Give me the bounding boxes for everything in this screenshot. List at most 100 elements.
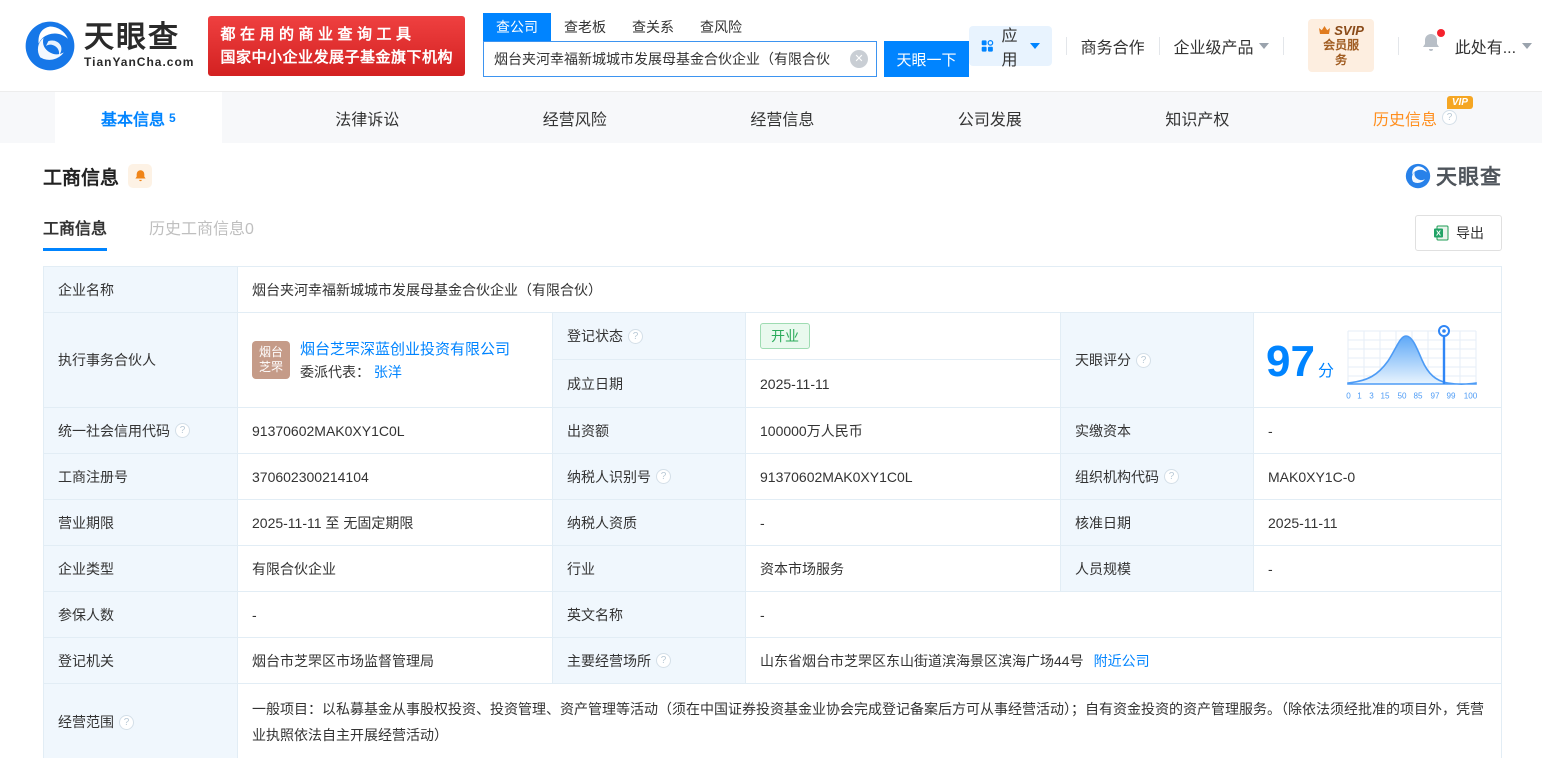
brand-domain: TianYanCha.com bbox=[84, 54, 195, 69]
search-tab-boss[interactable]: 查老板 bbox=[551, 13, 619, 41]
credit-code-value: 91370602MAK0XY1C0L bbox=[238, 408, 553, 454]
basic-info-count: 5 bbox=[169, 110, 176, 125]
tab-business-risk[interactable]: 经营风险 bbox=[513, 92, 637, 143]
insured-count-label: 参保人数 bbox=[44, 592, 238, 638]
excel-file-icon: X bbox=[1434, 225, 1449, 241]
insured-count-value: - bbox=[238, 592, 553, 638]
org-code-value: MAK0XY1C-0 bbox=[1254, 454, 1501, 500]
score-axis-ticks: 01 3 15 50 85 97 99 100 bbox=[1346, 391, 1478, 401]
business-term-value: 2025-11-11 至 无固定期限 bbox=[238, 500, 553, 546]
tianyan-score-label: 天眼评分 bbox=[1061, 313, 1254, 408]
delegate-name-link[interactable]: 张洋 bbox=[374, 364, 402, 380]
export-button[interactable]: X 导出 bbox=[1415, 215, 1502, 251]
business-address-label: 主要经营场所 bbox=[553, 638, 746, 684]
delegate-label: 委派代表： bbox=[300, 363, 370, 380]
paid-capital-label: 实缴资本 bbox=[1061, 408, 1254, 454]
company-name-value: 烟台夹河幸福新城城市发展母基金合伙企业（有限合伙） bbox=[238, 267, 1501, 313]
crown-icon bbox=[1319, 26, 1331, 34]
taxpayer-id-label: 纳税人识别号 bbox=[553, 454, 746, 500]
staff-size-label: 人员规模 bbox=[1061, 546, 1254, 592]
chevron-down-icon bbox=[1029, 42, 1040, 49]
bell-curve bbox=[1347, 335, 1477, 385]
tianyancha-logo[interactable]: 天眼查 TianYanCha.com bbox=[24, 20, 194, 72]
partner-avatar[interactable]: 烟台 芝罘 bbox=[252, 341, 290, 379]
credit-code-label: 统一社会信用代码 bbox=[44, 408, 238, 454]
table-row: 经营范围 一般项目：以私募基金从事股权投资、投资管理、资产管理等活动（须在中国证… bbox=[44, 684, 1501, 758]
tianyancha-watermark: 天眼查 bbox=[1405, 161, 1502, 191]
company-type-label: 企业类型 bbox=[44, 546, 238, 592]
table-row: 营业期限 2025-11-11 至 无固定期限 纳税人资质 - 核准日期 202… bbox=[44, 500, 1501, 546]
top-header: 天眼查 TianYanCha.com 都在用的商业查询工具 国家中小企业发展子基… bbox=[0, 0, 1542, 91]
tab-business-info[interactable]: 经营信息 bbox=[720, 92, 844, 143]
registration-authority-value: 烟台市芝罘区市场监督管理局 bbox=[238, 638, 553, 684]
search-button[interactable]: 天眼一下 bbox=[884, 41, 969, 77]
help-icon[interactable] bbox=[628, 328, 643, 344]
slogan-line2: 国家中小企业发展子基金旗下机构 bbox=[220, 48, 453, 66]
tianyancha-swirl-icon bbox=[25, 21, 75, 70]
notification-red-dot bbox=[1436, 29, 1445, 37]
apps-menu-button[interactable]: 应用 bbox=[969, 25, 1052, 69]
clear-search-icon[interactable] bbox=[850, 50, 868, 68]
tianyancha-swirl-icon bbox=[1405, 163, 1431, 189]
notifications-bell-icon[interactable] bbox=[1421, 29, 1445, 59]
business-cooperation-link[interactable]: 商务合作 bbox=[1081, 34, 1145, 58]
help-icon[interactable] bbox=[1136, 352, 1151, 368]
chevron-down-icon bbox=[1522, 42, 1533, 49]
industry-label: 行业 bbox=[553, 546, 746, 592]
apps-label: 应用 bbox=[1001, 27, 1018, 69]
english-name-value: - bbox=[746, 592, 1501, 638]
nearby-companies-link[interactable]: 附近公司 bbox=[1094, 651, 1150, 671]
user-account-menu[interactable]: 此处有... bbox=[1455, 34, 1533, 58]
staff-size-value: - bbox=[1254, 546, 1501, 592]
help-icon[interactable] bbox=[1164, 469, 1179, 484]
business-scope-value: 一般项目：以私募基金从事股权投资、投资管理、资产管理等活动（须在中国证券投资基金… bbox=[238, 684, 1501, 758]
tab-intellectual-property[interactable]: 知识产权 bbox=[1135, 92, 1259, 143]
executive-partner-label: 执行事务合伙人 bbox=[44, 313, 238, 408]
approve-date-label: 核准日期 bbox=[1061, 500, 1254, 546]
table-row: 执行事务合伙人 烟台 芝罘 烟台芝罘深蓝创业投资有限公司 委派代表： 张洋 登记… bbox=[44, 313, 1501, 408]
partner-company-link[interactable]: 烟台芝罘深蓝创业投资有限公司 bbox=[300, 341, 510, 358]
help-icon bbox=[1441, 110, 1457, 125]
english-name-label: 英文名称 bbox=[553, 592, 746, 638]
search-tab-company[interactable]: 查公司 bbox=[483, 13, 551, 41]
score-distribution-chart: 01 3 15 50 85 97 99 100 bbox=[1346, 323, 1478, 401]
tab-basic-info[interactable]: 基本信息 5 bbox=[55, 92, 222, 143]
subtab-business-info[interactable]: 工商信息 bbox=[43, 215, 108, 251]
help-icon[interactable] bbox=[119, 714, 134, 730]
taxpayer-quality-label: 纳税人资质 bbox=[553, 500, 746, 546]
search-tabs: 查公司 查老板 查关系 查风险 bbox=[483, 13, 969, 41]
slogan-line1: 都在用的商业查询工具 bbox=[220, 25, 416, 43]
reg-number-value: 370602300214104 bbox=[238, 454, 553, 500]
tab-history-info[interactable]: VIP 历史信息 bbox=[1343, 92, 1487, 143]
subscribe-bell-icon[interactable] bbox=[128, 164, 153, 188]
status-badge-open: 开业 bbox=[760, 323, 810, 349]
svip-membership-button[interactable]: SVIP 会员服务 bbox=[1308, 19, 1374, 72]
table-row: 企业类型 有限合伙企业 行业 资本市场服务 人员规模 - bbox=[44, 546, 1501, 592]
help-icon[interactable] bbox=[656, 469, 671, 484]
taxpayer-id-value: 91370602MAK0XY1C0L bbox=[746, 454, 1061, 500]
help-icon[interactable] bbox=[656, 653, 671, 668]
tab-legal-proceedings[interactable]: 法律诉讼 bbox=[305, 92, 429, 143]
help-icon[interactable] bbox=[175, 423, 190, 438]
subtab-history-business-info[interactable]: 历史工商信息0 bbox=[149, 215, 254, 251]
search-tab-risk[interactable]: 查风险 bbox=[687, 13, 755, 41]
business-scope-label: 经营范围 bbox=[44, 684, 238, 758]
reg-number-label: 工商注册号 bbox=[44, 454, 238, 500]
company-nav-tabs: 基本信息 5 法律诉讼 经营风险 经营信息 公司发展 知识产权 VIP 历史信息 bbox=[0, 91, 1542, 143]
approve-date-value: 2025-11-11 bbox=[1254, 500, 1501, 546]
capital-value: 100000万人民币 bbox=[746, 408, 1061, 454]
enterprise-products-link[interactable]: 企业级产品 bbox=[1173, 34, 1270, 58]
tianyan-score-cell[interactable]: 97 分 0 1 3 15 50 85 97 99 100 bbox=[1254, 313, 1501, 408]
company-name-label: 企业名称 bbox=[44, 267, 238, 313]
reg-status-label: 登记状态 bbox=[553, 313, 746, 360]
chevron-down-icon bbox=[1259, 42, 1270, 49]
company-type-value: 有限合伙企业 bbox=[238, 546, 553, 592]
search-input[interactable] bbox=[483, 41, 877, 77]
industry-value: 资本市场服务 bbox=[746, 546, 1061, 592]
search-tab-relation[interactable]: 查关系 bbox=[619, 13, 687, 41]
table-row: 登记机关 烟台市芝罘区市场监督管理局 主要经营场所 山东省烟台市芝罘区东山街道滨… bbox=[44, 638, 1501, 684]
vip-badge: VIP bbox=[1446, 96, 1473, 109]
tab-company-development[interactable]: 公司发展 bbox=[928, 92, 1052, 143]
business-term-label: 营业期限 bbox=[44, 500, 238, 546]
apps-grid-icon bbox=[981, 39, 994, 52]
